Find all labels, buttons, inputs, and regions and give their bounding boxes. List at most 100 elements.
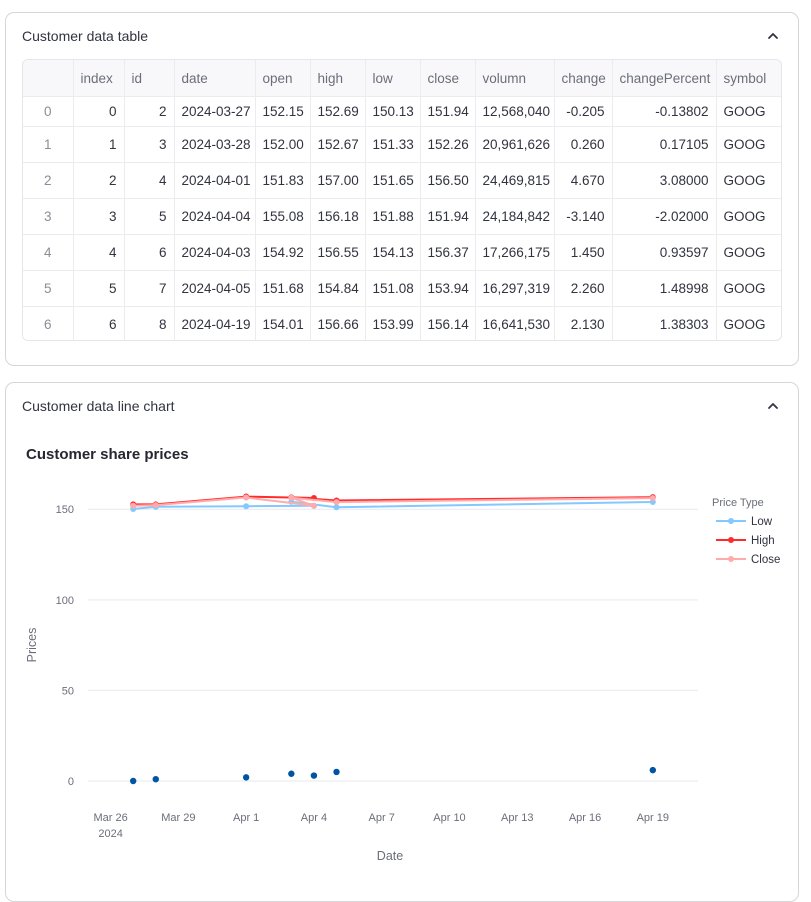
table-cell[interactable]: 156.37 [420, 234, 476, 271]
table-cell[interactable]: 151.83 [255, 162, 311, 199]
table-cell[interactable]: 153.99 [365, 306, 421, 340]
table-cell[interactable]: GOOG [716, 198, 781, 235]
table-cell[interactable]: 3.08000 [612, 162, 717, 199]
table-cell[interactable]: 2024-04-05 [174, 270, 256, 307]
table-cell[interactable]: 154.13 [365, 234, 421, 271]
table-cell[interactable]: 16,641,530 [475, 306, 555, 340]
table-cell[interactable]: 2024-04-03 [174, 234, 256, 271]
table-cell[interactable]: 24,469,815 [475, 162, 555, 199]
table-cell[interactable]: 150.13 [365, 96, 421, 127]
column-header-change[interactable]: change [554, 60, 613, 97]
table-cell[interactable]: 151.88 [365, 198, 421, 235]
table-cell[interactable]: 2024-04-01 [174, 162, 256, 199]
table-cell[interactable]: 2.260 [554, 270, 613, 307]
table-cell[interactable]: 157.00 [310, 162, 366, 199]
table-cell[interactable]: 151.65 [365, 162, 421, 199]
table-cell[interactable]: GOOG [716, 162, 781, 199]
table-cell[interactable]: 5 [73, 270, 125, 307]
table-cell[interactable]: -3.140 [554, 198, 613, 235]
table-cell[interactable]: 155.08 [255, 198, 311, 235]
column-header-index[interactable]: index [73, 60, 125, 97]
table-cell[interactable]: 153.94 [420, 270, 476, 307]
table-cell[interactable]: 7 [124, 270, 175, 307]
chevron-up-icon[interactable] [766, 29, 780, 43]
column-header-row-index[interactable] [23, 60, 74, 97]
table-cell[interactable]: 2.130 [554, 306, 613, 340]
row-index-cell[interactable]: 4 [23, 234, 74, 271]
table-cell[interactable]: 6 [124, 234, 175, 271]
table-cell[interactable]: 2024-04-04 [174, 198, 256, 235]
row-index-cell[interactable]: 6 [23, 306, 74, 340]
table-cell[interactable]: -2.02000 [612, 198, 717, 235]
table-cell[interactable]: 156.50 [420, 162, 476, 199]
chart-legend[interactable]: Price Type Low High Close [712, 497, 780, 566]
column-header-low[interactable]: low [365, 60, 421, 97]
table-cell[interactable]: 154.01 [255, 306, 311, 340]
table-cell[interactable]: 156.55 [310, 234, 366, 271]
table-row[interactable]: 3 3 5 2024-04-04 155.08 156.18 151.88 151.94 24,… [23, 198, 781, 235]
table-cell[interactable]: 0 [73, 96, 125, 127]
table-cell[interactable]: -0.13802 [612, 96, 717, 127]
column-header-open[interactable]: open [255, 60, 311, 97]
table-cell[interactable]: 2024-03-28 [174, 126, 256, 163]
column-header-close[interactable]: close [420, 60, 476, 97]
table-row[interactable]: 0 0 2 2024-03-27 152.15 152.69 150.13 151.94 12,… [23, 96, 781, 127]
row-index-cell[interactable]: 5 [23, 270, 74, 307]
table-cell[interactable]: 6 [73, 306, 125, 340]
table-cell[interactable]: 16,297,319 [475, 270, 555, 307]
table-cell[interactable]: 4.670 [554, 162, 613, 199]
table-cell[interactable]: 1.38303 [612, 306, 717, 340]
table-cell[interactable]: 3 [124, 126, 175, 163]
table-cell[interactable]: 20,961,626 [475, 126, 555, 163]
table-row[interactable]: 6 6 8 2024-04-19 154.01 156.66 153.99 156.14 16,… [23, 306, 781, 340]
data-grid[interactable]: index id date open high low close volumn change c… [22, 59, 782, 341]
table-cell[interactable]: 5 [124, 198, 175, 235]
table-cell[interactable]: 1 [73, 126, 125, 163]
table-cell[interactable]: 8 [124, 306, 175, 340]
table-cell[interactable]: 12,568,040 [475, 96, 555, 127]
table-cell[interactable]: 151.94 [420, 198, 476, 235]
table-cell[interactable]: 152.00 [255, 126, 311, 163]
table-cell[interactable]: 151.08 [365, 270, 421, 307]
table-row[interactable]: 1 1 3 2024-03-28 152.00 152.67 151.33 152.26 20,… [23, 126, 781, 163]
column-header-date[interactable]: date [174, 60, 256, 97]
table-cell[interactable]: 0.17105 [612, 126, 717, 163]
table-cell[interactable]: 1.450 [554, 234, 613, 271]
table-cell[interactable]: GOOG [716, 126, 781, 163]
table-cell[interactable]: 17,266,175 [475, 234, 555, 271]
table-cell[interactable]: 4 [73, 234, 125, 271]
table-cell[interactable]: GOOG [716, 270, 781, 307]
table-cell[interactable]: -0.205 [554, 96, 613, 127]
column-header-volumn[interactable]: volumn [475, 60, 555, 97]
table-cell[interactable]: 0.93597 [612, 234, 717, 271]
column-header-id[interactable]: id [124, 60, 175, 97]
table-cell[interactable]: 152.69 [310, 96, 366, 127]
table-cell[interactable]: 152.15 [255, 96, 311, 127]
column-header-changePercent[interactable]: changePercent [612, 60, 717, 97]
table-row[interactable]: 5 5 7 2024-04-05 151.68 154.84 151.08 153.94 16,… [23, 270, 781, 307]
table-cell[interactable]: 152.26 [420, 126, 476, 163]
table-cell[interactable]: GOOG [716, 234, 781, 271]
table-row[interactable]: 4 4 6 2024-04-03 154.92 156.55 154.13 156.37 17,… [23, 234, 781, 271]
table-cell[interactable]: 151.94 [420, 96, 476, 127]
line-chart[interactable]: Customer share prices 0 50 100 150 Mar 26 20… [6, 383, 798, 883]
table-cell[interactable]: 0.260 [554, 126, 613, 163]
table-cell[interactable]: 1.48998 [612, 270, 717, 307]
column-header-symbol[interactable]: symbol [716, 60, 781, 97]
row-index-cell[interactable]: 2 [23, 162, 74, 199]
table-cell[interactable]: 2 [124, 96, 175, 127]
table-cell[interactable]: 156.14 [420, 306, 476, 340]
row-index-cell[interactable]: 1 [23, 126, 74, 163]
table-cell[interactable]: GOOG [716, 306, 781, 340]
table-cell[interactable]: 4 [124, 162, 175, 199]
table-cell[interactable]: 24,184,842 [475, 198, 555, 235]
table-cell[interactable]: 2 [73, 162, 125, 199]
table-cell[interactable]: 151.33 [365, 126, 421, 163]
table-cell[interactable]: 152.67 [310, 126, 366, 163]
table-cell[interactable]: 156.18 [310, 198, 366, 235]
table-cell[interactable]: 151.68 [255, 270, 311, 307]
row-index-cell[interactable]: 3 [23, 198, 74, 235]
table-cell[interactable]: GOOG [716, 96, 781, 127]
column-header-high[interactable]: high [310, 60, 366, 97]
table-cell[interactable]: 2024-03-27 [174, 96, 256, 127]
